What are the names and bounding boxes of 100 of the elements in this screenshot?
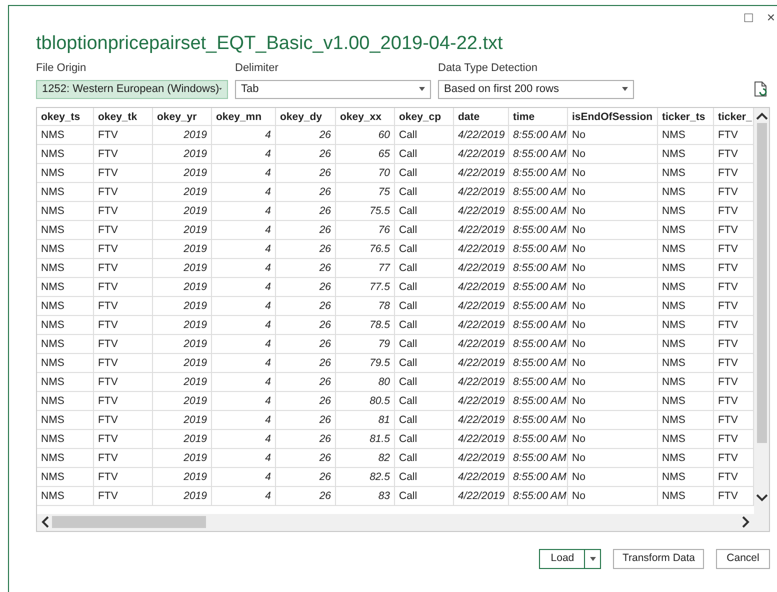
table-cell: NMS [658, 126, 714, 144]
table-cell: 4/22/2019 [454, 240, 509, 258]
table-cell: Call [395, 372, 454, 392]
table-cell: FTV [94, 126, 153, 144]
table-cell: 77 [336, 258, 395, 278]
table-cell: 26 [276, 202, 336, 220]
table-cell: NMS [658, 220, 714, 240]
table-cell: NMS [658, 202, 714, 220]
table-cell: No [568, 316, 658, 334]
table-cell: 2019 [153, 182, 212, 202]
table-cell: No [568, 392, 658, 410]
table-cell: 26 [276, 240, 336, 258]
table-cell: 8:55:00 AM [509, 372, 568, 392]
dialog-button[interactable]: Transform Data [613, 548, 704, 568]
table-cell: 8:55:00 AM [509, 410, 568, 430]
table-cell: 79 [336, 334, 395, 354]
column-header[interactable]: isEndOfSession [568, 108, 658, 126]
table-cell: 4 [212, 354, 276, 372]
table-cell: 82.5 [336, 468, 395, 486]
table-cell: 26 [276, 296, 336, 316]
table-cell: Call [395, 448, 454, 468]
table-cell: Call [395, 316, 454, 334]
dropdown[interactable]: Based on first 200 rows [438, 80, 634, 98]
table-cell: NMS [658, 316, 714, 334]
dropdown[interactable]: Tab [235, 80, 431, 98]
table-cell: FTV [94, 372, 153, 392]
scroll-right-icon[interactable] [742, 516, 750, 528]
table-cell: NMS [658, 182, 714, 202]
dialog-button[interactable]: Cancel [716, 548, 770, 568]
table-cell: NMS [658, 354, 714, 372]
table-cell: NMS [658, 164, 714, 182]
table-cell: 4/22/2019 [454, 334, 509, 354]
table-cell: Call [395, 392, 454, 410]
table-cell: 78 [336, 296, 395, 316]
column-header[interactable]: okey_xx [336, 108, 395, 126]
table-cell: 2019 [153, 354, 212, 372]
maximize-button[interactable]: □ [744, 10, 753, 24]
column-header[interactable]: okey_ts [37, 108, 94, 126]
refresh-document-icon[interactable] [754, 80, 768, 96]
table-cell: 26 [276, 392, 336, 410]
scroll-down-icon[interactable] [756, 494, 768, 502]
table-cell: No [568, 144, 658, 164]
table-cell: Call [395, 430, 454, 448]
table-cell: NMS [658, 258, 714, 278]
close-button[interactable]: × [766, 10, 775, 24]
column-header[interactable]: okey_cp [395, 108, 454, 126]
table-cell: NMS [37, 182, 94, 202]
table-cell: NMS [658, 334, 714, 354]
table-cell: 4 [212, 468, 276, 486]
table-cell: No [568, 220, 658, 240]
table-cell: NMS [658, 410, 714, 430]
column-header[interactable]: okey_mn [212, 108, 276, 126]
scrollbar-thumb[interactable] [756, 122, 766, 442]
table-cell: No [568, 468, 658, 486]
column-header[interactable]: ticker_ts [658, 108, 714, 126]
column-header[interactable]: okey_dy [276, 108, 336, 126]
table-cell: 4/22/2019 [454, 410, 509, 430]
field-label: Data Type Detection [438, 61, 538, 76]
caret-icon [219, 87, 222, 91]
table-cell: 4 [212, 144, 276, 164]
table-cell: NMS [37, 202, 94, 220]
scrollbar-thumb[interactable] [52, 516, 206, 528]
caret-icon [622, 87, 628, 91]
table-cell: NMS [37, 316, 94, 334]
scroll-up-icon[interactable] [756, 112, 768, 120]
table-cell: NMS [37, 430, 94, 448]
table-cell: NMS [658, 448, 714, 468]
column-header[interactable]: time [509, 108, 568, 126]
table-cell: 2019 [153, 278, 212, 296]
table-cell: 4/22/2019 [454, 392, 509, 410]
table-cell: NMS [658, 468, 714, 486]
table-cell: 8:55:00 AM [509, 164, 568, 182]
dropdown[interactable]: 1252: Western European (Windows) [36, 80, 228, 98]
table-cell: Call [395, 258, 454, 278]
table-cell: NMS [658, 296, 714, 316]
table-cell: No [568, 202, 658, 220]
table-cell: NMS [37, 372, 94, 392]
table-cell: 75 [336, 182, 395, 202]
table-cell: 4 [212, 392, 276, 410]
table-cell: 81.5 [336, 430, 395, 448]
table-cell: 4 [212, 258, 276, 278]
table-cell: 4/22/2019 [454, 258, 509, 278]
table-cell: Call [395, 126, 454, 144]
table-cell: 4/22/2019 [454, 316, 509, 334]
table-cell: 4 [212, 164, 276, 182]
table-cell: NMS [658, 430, 714, 448]
table-cell: 2019 [153, 144, 212, 164]
table-cell: 8:55:00 AM [509, 448, 568, 468]
table-cell: Call [395, 202, 454, 220]
table-cell: Call [395, 182, 454, 202]
column-header[interactable]: okey_tk [94, 108, 153, 126]
table-cell: 4 [212, 334, 276, 354]
column-header[interactable]: okey_yr [153, 108, 212, 126]
scroll-left-icon[interactable] [41, 516, 49, 528]
table-cell: 2019 [153, 240, 212, 258]
table-cell: FTV [94, 164, 153, 182]
column-header[interactable]: date [454, 108, 509, 126]
table-cell: NMS [658, 392, 714, 410]
table-cell: FTV [94, 392, 153, 410]
table-cell: 4 [212, 240, 276, 258]
